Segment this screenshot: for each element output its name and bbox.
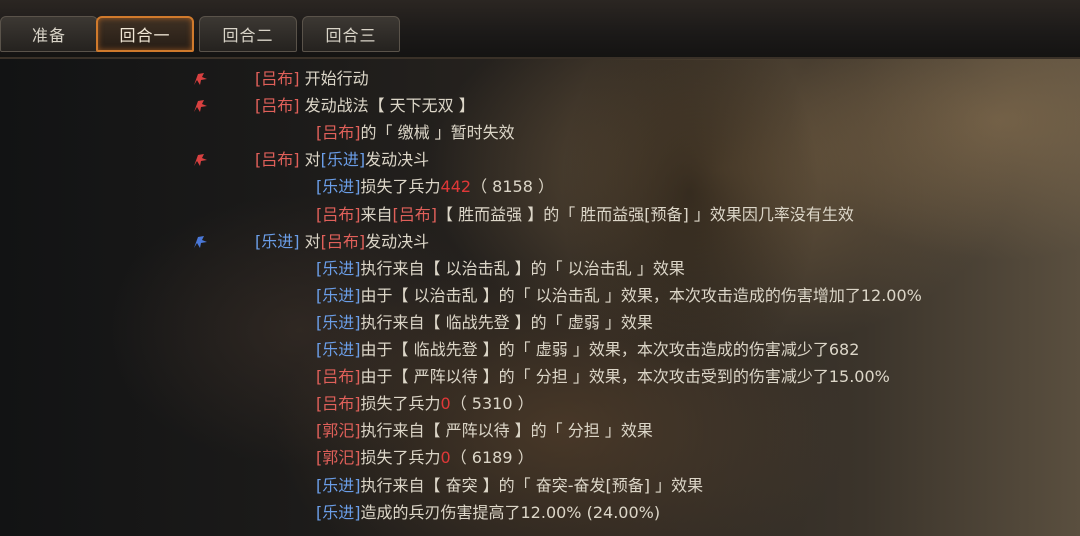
log-text: 发动决斗	[365, 150, 430, 170]
red-side-general-name: [吕布]	[316, 123, 361, 143]
tab-preparation[interactable]: 准备	[0, 16, 98, 52]
troop-loss-number: 0	[440, 448, 451, 468]
tab-divider	[0, 57, 1080, 59]
red-side-general-name: [吕布]	[255, 96, 300, 116]
log-line: [乐进]执行来自【 以治击乱 】的「 以治击乱 」效果	[316, 256, 685, 282]
tab-round-three[interactable]: 回合三	[302, 16, 400, 52]
log-text: 执行来自【 严阵以待 】的「 分担 」效果	[360, 421, 653, 441]
red-army-flag-icon	[194, 154, 207, 167]
log-text: 由于【 以治击乱 】的「 以治击乱 」效果，本次攻击造成的伤害增加了12.00%	[360, 285, 922, 305]
log-line: [郭汜]损失了兵力0（ 6189 ）	[316, 445, 534, 471]
log-line: [吕布]来自[吕布]【 胜而益强 】的「 胜而益强[预备] 」效果因几率没有生效	[316, 202, 854, 228]
log-text: 对	[299, 231, 321, 251]
blue-side-general-name: [乐进]	[316, 285, 361, 305]
log-text: 执行来自【 临战先登 】的「 虚弱 」效果	[360, 312, 653, 332]
red-side-general-name: [吕布]	[255, 69, 300, 88]
log-line: [吕布]损失了兵力0（ 5310 ）	[316, 391, 534, 417]
log-text: 损失了兵力	[360, 394, 441, 414]
log-line: [乐进]由于【 以治击乱 】的「 以治击乱 」效果，本次攻击造成的伤害增加了12…	[316, 283, 922, 309]
blue-army-flag-icon	[194, 235, 207, 248]
red-side-general-name: [吕布]	[316, 367, 361, 387]
blue-side-general-name: [乐进]	[255, 231, 300, 251]
blue-side-general-name: [乐进]	[316, 475, 361, 495]
red-side-general-name: [吕布]	[316, 204, 361, 224]
log-text: 【 胜而益强 】的「 胜而益强[预备] 」效果因几率没有生效	[437, 204, 854, 224]
red-side-general-name: [郭汜]	[316, 448, 361, 468]
red-side-general-name: [吕布]	[255, 150, 300, 170]
blue-side-general-name: [乐进]	[316, 340, 361, 359]
log-line: [乐进]执行来自【 奋突 】的「 奋突-奋发[预备] 」效果	[316, 473, 703, 499]
log-line: [吕布] 开始行动	[255, 66, 369, 92]
log-text: 执行来自【 奋突 】的「 奋突-奋发[预备] 」效果	[360, 475, 704, 495]
blue-side-general-name: [乐进]	[316, 312, 361, 332]
red-side-general-name: [吕布]	[392, 204, 438, 224]
log-text: 损失了兵力	[360, 448, 441, 468]
log-text: （ 5310 ）	[450, 394, 534, 414]
blue-side-general-name: [乐进]	[316, 177, 361, 197]
log-text: 对	[299, 150, 321, 170]
log-line: [乐进]执行来自【 临战先登 】的「 虚弱 」效果	[316, 310, 653, 336]
red-side-general-name: [吕布]	[320, 231, 366, 251]
log-text: （ 8158 ）	[471, 177, 554, 197]
log-line: [吕布]由于【 严阵以待 】的「 分担 」效果，本次攻击受到的伤害减少了15.0…	[316, 364, 890, 390]
log-text: 开始行动	[299, 69, 369, 88]
log-text: 由于【 临战先登 】的「 虚弱 」效果，本次攻击造成的伤害减少了682	[360, 340, 860, 359]
red-army-flag-icon	[194, 100, 207, 113]
blue-side-general-name: [乐进]	[316, 258, 361, 278]
tab-round-two[interactable]: 回合二	[199, 16, 297, 52]
log-line: [乐进] 对[吕布]发动决斗	[255, 229, 429, 255]
tab-round-one[interactable]: 回合一	[96, 16, 194, 52]
log-line: [乐进]损失了兵力442（ 8158 ）	[316, 174, 554, 200]
log-text: 损失了兵力	[360, 177, 441, 197]
blue-side-general-name: [乐进]	[320, 150, 366, 170]
log-text: 发动战法【 天下无双 】	[299, 96, 475, 116]
log-text: 来自	[360, 204, 393, 224]
red-side-general-name: [吕布]	[316, 394, 361, 414]
log-text: 造成的兵刃伤害提高了12.00% (24.00%)	[360, 502, 661, 522]
troop-loss-number: 0	[440, 394, 451, 414]
blue-side-general-name: [乐进]	[316, 502, 361, 522]
red-army-flag-icon	[194, 73, 207, 85]
log-line: [乐进]造成的兵刃伤害提高了12.00% (24.00%)	[316, 500, 660, 526]
log-line: [吕布]的「 缴械 」暂时失效	[316, 120, 515, 146]
log-line: [吕布] 发动战法【 天下无双 】	[255, 93, 475, 119]
log-text: 由于【 严阵以待 】的「 分担 」效果，本次攻击受到的伤害减少了15.00%	[360, 367, 890, 387]
log-text: 执行来自【 以治击乱 】的「 以治击乱 」效果	[360, 258, 685, 278]
round-tab-bar: 准备 回合一 回合二 回合三	[0, 0, 1080, 59]
log-line: [乐进]由于【 临战先登 】的「 虚弱 」效果，本次攻击造成的伤害减少了682	[316, 337, 859, 363]
log-line: [吕布] 对[乐进]发动决斗	[255, 147, 429, 173]
troop-loss-number: 442	[440, 177, 472, 197]
log-text: 发动决斗	[365, 231, 430, 251]
log-text: 的「 缴械 」暂时失效	[360, 123, 515, 143]
log-text: （ 6189 ）	[450, 448, 534, 468]
red-side-general-name: [郭汜]	[316, 421, 361, 441]
log-line: [郭汜]执行来自【 严阵以待 】的「 分担 」效果	[316, 418, 653, 444]
